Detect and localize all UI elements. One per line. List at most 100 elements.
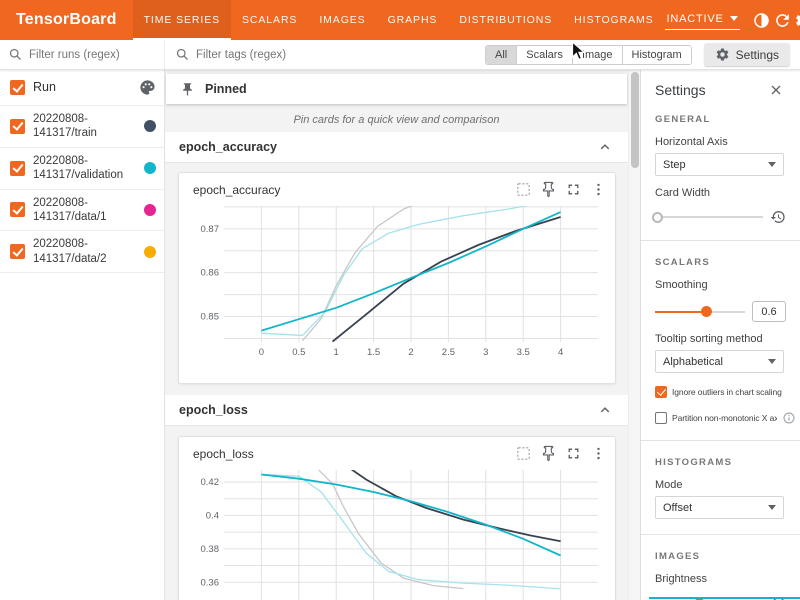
main-scrollbar[interactable]: [628, 70, 640, 600]
section-epoch-accuracy: epoch_accuracy: [165, 132, 628, 163]
settings-gear-button[interactable]: [794, 6, 800, 34]
card-width-label: Card Width: [655, 187, 784, 199]
theme-toggle-button[interactable]: [752, 6, 771, 34]
partition-x-row: Partition non-monotonic X axis: [655, 411, 796, 425]
more-options-icon[interactable]: [590, 181, 607, 198]
fit-to-data-icon[interactable]: [515, 181, 532, 198]
tooltip-sorting-label: Tooltip sorting method: [655, 333, 784, 345]
palette-icon[interactable]: [139, 79, 156, 96]
tags-filter-input[interactable]: [196, 49, 475, 61]
svg-text:3.5: 3.5: [517, 347, 530, 358]
filter-chip-scalars[interactable]: Scalars: [516, 46, 572, 64]
smoothing-row: [655, 301, 786, 322]
chevron-up-icon[interactable]: [596, 401, 614, 419]
histogram-mode-select[interactable]: Offset: [655, 496, 784, 519]
runs-filter-input[interactable]: [29, 49, 156, 61]
smoothing-label: Smoothing: [655, 279, 784, 291]
settings-panel-title: Settings: [655, 82, 706, 98]
images-heading: IMAGES: [655, 551, 784, 562]
svg-text:0.36: 0.36: [201, 577, 220, 588]
histograms-heading: HISTOGRAMS: [655, 457, 784, 468]
pin-icon: [180, 82, 195, 97]
scrollbar-thumb[interactable]: [631, 72, 639, 168]
card-header: epoch_accuracy: [179, 173, 615, 198]
settings-header: Settings: [655, 82, 784, 98]
section-epoch-loss: epoch_loss: [165, 395, 628, 426]
run-color-dot: [144, 204, 156, 216]
slider-thumb[interactable]: [701, 306, 712, 317]
run-checkbox-data-2[interactable]: [10, 244, 25, 259]
tab-time-series[interactable]: TIME SERIES: [133, 0, 231, 40]
run-color-dot: [144, 162, 156, 174]
filter-toolbar: All Scalars Image Histogram Settings: [0, 40, 800, 70]
reload-button[interactable]: [773, 6, 792, 34]
horizontal-axis-select[interactable]: Step: [655, 153, 784, 176]
histogram-mode-value: Offset: [663, 502, 692, 514]
filter-chip-all[interactable]: All: [486, 46, 516, 64]
card-title: epoch_accuracy: [193, 183, 515, 197]
settings-panel: Settings GENERAL Horizontal Axis Step Ca…: [640, 70, 800, 600]
tab-distributions[interactable]: DISTRIBUTIONS: [448, 0, 563, 40]
info-icon[interactable]: [782, 411, 796, 425]
svg-text:1: 1: [334, 347, 339, 358]
fullscreen-icon[interactable]: [565, 445, 582, 462]
svg-text:3: 3: [483, 347, 488, 358]
pin-card-icon[interactable]: [540, 445, 557, 462]
svg-text:0.86: 0.86: [201, 268, 220, 279]
scalar-card-epoch-accuracy: epoch_accuracy 0.850.860.8700.511.522.53…: [178, 172, 616, 384]
brightness-label: Brightness: [655, 573, 784, 585]
section-divider: [641, 440, 800, 441]
partial-next-section-edge: [649, 597, 800, 599]
gear-icon: [794, 11, 800, 30]
run-row-data-1: 20220808-141317/data/1: [0, 190, 164, 232]
main-nav: TIME SERIES SCALARS IMAGES GRAPHS DISTRI…: [133, 0, 665, 40]
svg-text:0: 0: [259, 347, 264, 358]
tab-histograms[interactable]: HISTOGRAMS: [563, 0, 664, 40]
ignore-outliers-checkbox[interactable]: [655, 386, 667, 398]
pinned-bar: Pinned: [166, 74, 627, 104]
reset-icon[interactable]: [770, 209, 786, 225]
pin-card-icon[interactable]: [540, 181, 557, 198]
filter-chip-histogram[interactable]: Histogram: [622, 46, 691, 64]
fullscreen-icon[interactable]: [565, 181, 582, 198]
run-label: 20220808-141317/data/2: [33, 237, 136, 266]
tab-scalars[interactable]: SCALARS: [231, 0, 308, 40]
app-title: TensorBoard: [0, 11, 133, 29]
section-divider: [641, 240, 800, 241]
general-heading: GENERAL: [655, 114, 784, 125]
smoothing-value-input[interactable]: [752, 301, 786, 322]
horizontal-axis-value: Step: [663, 159, 686, 171]
slider-thumb[interactable]: [652, 212, 663, 223]
tab-graphs[interactable]: GRAPHS: [377, 0, 449, 40]
chevron-up-icon[interactable]: [596, 138, 614, 156]
pinned-empty-message: Pin cards for a quick view and compariso…: [165, 114, 628, 126]
close-icon[interactable]: [768, 82, 784, 98]
ignore-outliers-label: Ignore outliers in chart scaling: [672, 387, 796, 397]
epoch-accuracy-chart[interactable]: 0.850.860.8700.511.522.533.54: [184, 200, 610, 362]
tab-images[interactable]: IMAGES: [308, 0, 376, 40]
more-options-icon[interactable]: [590, 445, 607, 462]
settings-button[interactable]: Settings: [704, 43, 790, 66]
card-actions: [515, 445, 607, 462]
runs-header-label: Run: [33, 80, 131, 96]
partition-x-checkbox[interactable]: [655, 412, 667, 424]
fit-to-data-icon[interactable]: [515, 445, 532, 462]
run-checkbox-train[interactable]: [10, 119, 25, 134]
smoothing-slider[interactable]: [655, 305, 745, 318]
tags-filter: [165, 40, 485, 69]
run-checkbox-data-1[interactable]: [10, 202, 25, 217]
settings-button-label: Settings: [736, 48, 779, 62]
tooltip-sorting-select[interactable]: Alphabetical: [655, 350, 784, 373]
run-checkbox-validation[interactable]: [10, 161, 25, 176]
select-all-runs-checkbox[interactable]: [10, 80, 25, 95]
epoch-loss-chart[interactable]: 0.360.380.40.4200.511.522.533.54: [184, 464, 610, 600]
card-title: epoch_loss: [193, 447, 515, 461]
run-row-train: 20220808-141317/train: [0, 106, 164, 148]
svg-text:0.87: 0.87: [201, 224, 220, 235]
status-dropdown[interactable]: INACTIVE: [665, 11, 740, 30]
chevron-down-icon: [768, 162, 776, 167]
card-actions: [515, 181, 607, 198]
card-width-row: [655, 209, 786, 225]
svg-text:0.38: 0.38: [201, 544, 220, 555]
card-width-slider[interactable]: [655, 211, 763, 224]
